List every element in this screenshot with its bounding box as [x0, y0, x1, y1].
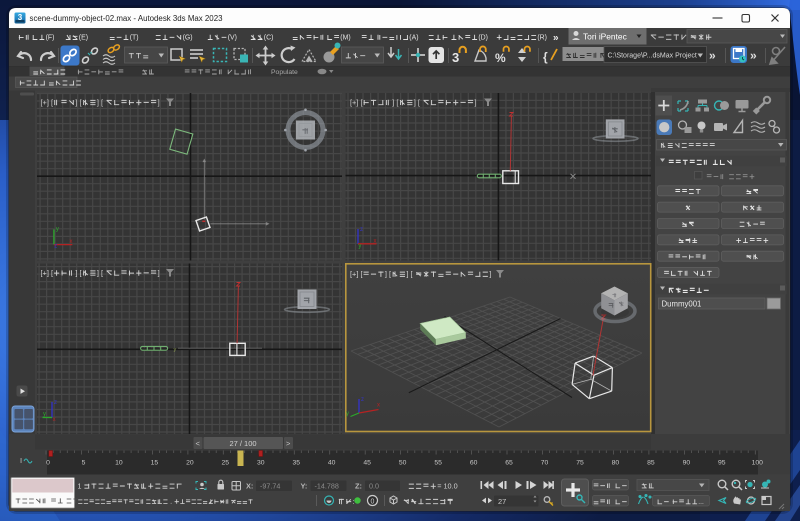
- svg-text:] [: ] [: [97, 98, 103, 107]
- svg-text:(R): (R): [537, 35, 547, 42]
- svg-text:50: 50: [399, 459, 407, 466]
- svg-text:x: x: [374, 238, 377, 244]
- svg-text:]: ]: [489, 270, 491, 279]
- svg-text:x: x: [70, 239, 73, 245]
- svg-text:(D): (D): [478, 35, 488, 42]
- svg-text:1: 1: [78, 482, 82, 490]
- svg-text:(V): (V): [228, 35, 237, 42]
- svg-text:27: 27: [498, 497, 506, 506]
- svg-text:z: z: [54, 400, 57, 406]
- svg-text:x: x: [377, 403, 380, 409]
- svg-text:5: 5: [82, 459, 86, 466]
- svg-text:%: %: [495, 51, 506, 65]
- svg-text:95: 95: [718, 459, 726, 466]
- svg-text:75: 75: [576, 459, 584, 466]
- svg-text:<: <: [196, 439, 201, 448]
- svg-text:»: »: [750, 49, 757, 63]
- svg-text:{: {: [543, 50, 548, 64]
- svg-text:85: 85: [647, 459, 655, 466]
- svg-text:90: 90: [683, 459, 691, 466]
- svg-text:(A): (A): [409, 35, 418, 42]
- svg-text:y: y: [43, 412, 46, 418]
- svg-text:0.0: 0.0: [369, 482, 379, 491]
- svg-text:60: 60: [470, 459, 478, 466]
- svg-text:80: 80: [612, 459, 620, 466]
- svg-text:]: ]: [158, 268, 160, 277]
- svg-text:>: >: [286, 439, 291, 448]
- svg-text:25: 25: [222, 459, 230, 466]
- svg-text:] [: ] [: [97, 268, 103, 277]
- svg-text:y: y: [346, 411, 349, 417]
- svg-text:10: 10: [115, 459, 123, 466]
- svg-text:-97.74: -97.74: [260, 482, 280, 491]
- svg-text:...: ...: [698, 499, 704, 506]
- svg-text:(C): (C): [264, 35, 274, 42]
- svg-text:x: x: [53, 417, 56, 423]
- svg-text:]: ]: [158, 98, 160, 107]
- svg-text:3: 3: [452, 50, 459, 65]
- svg-text:»: »: [553, 33, 559, 44]
- svg-text:20: 20: [186, 459, 194, 466]
- svg-text:[+] [: [+] [: [41, 98, 54, 107]
- svg-text:] [: ] [: [75, 98, 81, 107]
- svg-text:30: 30: [257, 459, 265, 466]
- svg-text:45: 45: [363, 459, 371, 466]
- svg-text:y: y: [56, 227, 59, 233]
- svg-text:0: 0: [46, 459, 50, 466]
- svg-text:-14.788: -14.788: [315, 482, 339, 491]
- svg-text:15: 15: [151, 459, 159, 466]
- svg-text:(M): (M): [340, 35, 350, 42]
- svg-text:I: I: [20, 456, 22, 465]
- svg-text:(G): (G): [183, 35, 193, 42]
- svg-text:y: y: [174, 347, 177, 353]
- svg-text:3: 3: [18, 13, 23, 22]
- svg-text:= 10.0: = 10.0: [437, 482, 458, 491]
- svg-text:z: z: [361, 397, 364, 403]
- svg-text:] [: ] [: [392, 98, 398, 107]
- svg-text:[+] [: [+] [: [350, 98, 363, 107]
- svg-text:Dummy001: Dummy001: [662, 300, 702, 309]
- svg-text:Tori iPentec: Tori iPentec: [583, 32, 627, 42]
- svg-text:C:\Storage\P...dsMax Project: C:\Storage\P...dsMax Project: [608, 53, 697, 60]
- svg-text:] [: ] [: [414, 98, 420, 107]
- svg-text:Y:: Y:: [301, 482, 308, 491]
- svg-text:(T): (T): [130, 35, 139, 42]
- svg-text:Populate: Populate: [271, 69, 298, 76]
- svg-text:scene-dummy-object-02.max - Au: scene-dummy-object-02.max - Autodesk 3ds…: [30, 14, 224, 23]
- svg-text:y: y: [358, 244, 361, 250]
- svg-text:»: »: [709, 49, 716, 63]
- svg-text:100: 100: [752, 459, 764, 466]
- svg-text:z: z: [54, 244, 57, 250]
- svg-text:] [: ] [: [75, 268, 81, 277]
- svg-text:65: 65: [505, 459, 513, 466]
- svg-text:40: 40: [328, 459, 336, 466]
- svg-text:70: 70: [541, 459, 549, 466]
- svg-text:Z:: Z:: [355, 482, 362, 491]
- svg-text:[+] [: [+] [: [350, 270, 363, 279]
- svg-text:(F): (F): [46, 35, 55, 42]
- svg-text:[+] [: [+] [: [41, 268, 54, 277]
- svg-text::: :: [353, 497, 355, 506]
- svg-text:z: z: [360, 227, 363, 233]
- svg-text:] [: ] [: [406, 270, 412, 279]
- svg-text:35: 35: [293, 459, 301, 466]
- svg-text:27 / 100: 27 / 100: [229, 439, 256, 448]
- svg-text:] [: ] [: [385, 270, 391, 279]
- svg-text:X:: X:: [246, 482, 253, 491]
- svg-text:]: ]: [475, 98, 477, 107]
- svg-text:0: 0: [371, 498, 375, 505]
- svg-text:(E): (E): [79, 35, 88, 42]
- svg-text:55: 55: [434, 459, 442, 466]
